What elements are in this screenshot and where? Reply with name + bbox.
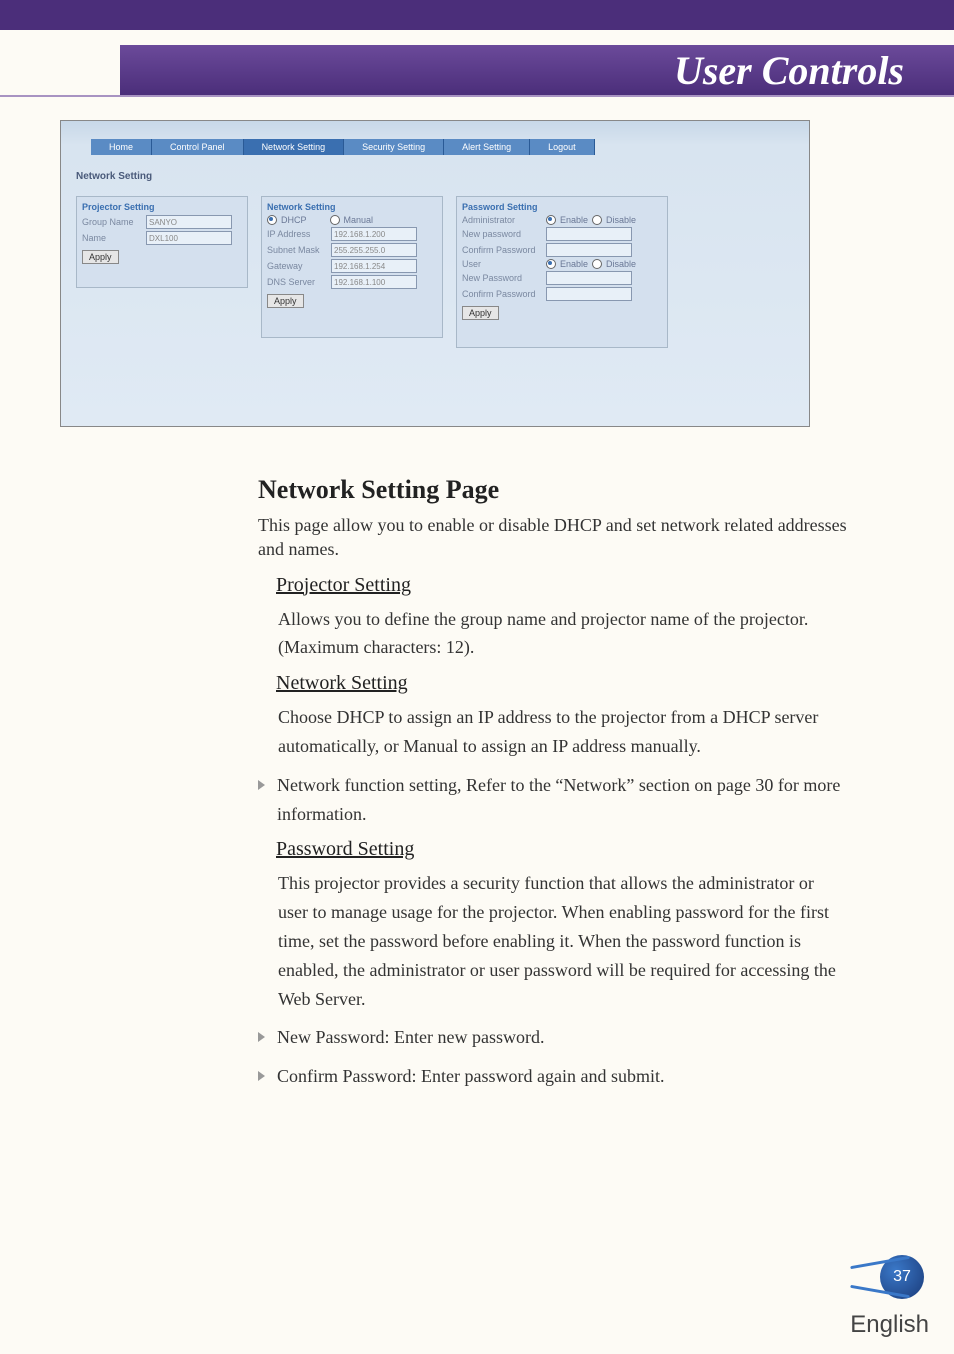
in-name[interactable] xyxy=(146,231,232,245)
ss-section-title: Network Setting xyxy=(76,171,152,182)
lbl-confirm2: Confirm Password xyxy=(462,289,542,299)
tab-alert-setting[interactable]: Alert Setting xyxy=(444,139,530,155)
bullet-confirm-text: Confirm Password: Enter password again a… xyxy=(277,1062,664,1091)
lbl-admin-enable: Enable xyxy=(560,215,588,225)
bullet-newpw-text: New Password: Enter new password. xyxy=(277,1023,544,1052)
lbl-admin-disable: Disable xyxy=(606,215,636,225)
bullet-network-text: Network function setting, Refer to the “… xyxy=(277,771,856,829)
in-gw[interactable] xyxy=(331,259,417,273)
lbl-mask: Subnet Mask xyxy=(267,245,327,255)
sec-network-head: Network Setting xyxy=(228,672,838,695)
intro-text: This page allow you to enable or disable… xyxy=(258,513,868,562)
bullet-confirm: Confirm Password: Enter password again a… xyxy=(258,1062,856,1091)
language-label: English xyxy=(850,1311,929,1339)
page-heading: Network Setting Page xyxy=(258,475,868,505)
btn-apply-projector[interactable]: Apply xyxy=(82,250,119,264)
in-confirm2[interactable] xyxy=(546,287,632,301)
bullet-network-ref: Network function setting, Refer to the “… xyxy=(258,771,856,829)
in-dns[interactable] xyxy=(331,275,417,289)
panel-password-title: Password Setting xyxy=(462,202,662,212)
in-group-name[interactable] xyxy=(146,215,232,229)
lbl-newpw: New password xyxy=(462,229,542,239)
doc-content: Network Setting Page This page allow you… xyxy=(258,475,868,1101)
radio-manual[interactable] xyxy=(330,215,340,225)
arrow-icon xyxy=(258,780,265,790)
panel-network-title: Network Setting xyxy=(267,202,437,212)
btn-apply-network[interactable]: Apply xyxy=(267,294,304,308)
sec-projector-body: Allows you to define the group name and … xyxy=(278,605,848,663)
lbl-name: Name xyxy=(82,233,142,243)
arrow-icon xyxy=(258,1032,265,1042)
lbl-user-enable: Enable xyxy=(560,259,588,269)
in-ip[interactable] xyxy=(331,227,417,241)
sec-network-body: Choose DHCP to assign an IP address to t… xyxy=(278,703,848,761)
sec-projector-head: Projector Setting xyxy=(228,574,838,597)
arrow-icon xyxy=(258,1071,265,1081)
lbl-user-disable: Disable xyxy=(606,259,636,269)
lbl-group-name: Group Name xyxy=(82,217,142,227)
top-purple-band xyxy=(0,0,954,30)
radio-user-enable[interactable] xyxy=(546,259,556,269)
tab-security-setting[interactable]: Security Setting xyxy=(344,139,444,155)
radio-user-disable[interactable] xyxy=(592,259,602,269)
bullet-newpw: New Password: Enter new password. xyxy=(258,1023,856,1052)
lbl-admin: Administrator xyxy=(462,215,542,225)
lbl-gw: Gateway xyxy=(267,261,327,271)
header-band: User Controls xyxy=(120,45,954,95)
header-divider xyxy=(0,95,954,97)
page-number-badge: 37 xyxy=(880,1255,924,1299)
page-number: 37 xyxy=(893,1268,911,1286)
radio-dhcp[interactable] xyxy=(267,215,277,225)
in-confirm[interactable] xyxy=(546,243,632,257)
tab-logout[interactable]: Logout xyxy=(530,139,595,155)
in-newpw2[interactable] xyxy=(546,271,632,285)
ss-tabs: Home Control Panel Network Setting Secur… xyxy=(91,139,595,155)
embedded-screenshot: Home Control Panel Network Setting Secur… xyxy=(60,120,810,427)
panel-projector: Projector Setting Group Name Name Apply xyxy=(76,196,248,288)
panel-projector-title: Projector Setting xyxy=(82,202,242,212)
lbl-user: User xyxy=(462,259,542,269)
sec-password-body: This projector provides a security funct… xyxy=(278,869,848,1013)
radio-admin-disable[interactable] xyxy=(592,215,602,225)
panel-network: Network Setting DHCP Manual IP Address S… xyxy=(261,196,443,338)
lbl-newpw2: New Password xyxy=(462,273,542,283)
tab-home[interactable]: Home xyxy=(91,139,152,155)
header-title: User Controls xyxy=(674,47,904,94)
radio-admin-enable[interactable] xyxy=(546,215,556,225)
lbl-dhcp: DHCP xyxy=(281,215,307,225)
btn-apply-password[interactable]: Apply xyxy=(462,306,499,320)
lbl-manual: Manual xyxy=(344,215,374,225)
lbl-confirm: Confirm Password xyxy=(462,245,542,255)
panel-password: Password Setting Administrator Enable Di… xyxy=(456,196,668,348)
lbl-ip: IP Address xyxy=(267,229,327,239)
sec-password-head: Password Setting xyxy=(228,838,838,861)
in-newpw[interactable] xyxy=(546,227,632,241)
lbl-dns: DNS Server xyxy=(267,277,327,287)
tab-control-panel[interactable]: Control Panel xyxy=(152,139,244,155)
tab-network-setting[interactable]: Network Setting xyxy=(244,139,345,155)
in-mask[interactable] xyxy=(331,243,417,257)
